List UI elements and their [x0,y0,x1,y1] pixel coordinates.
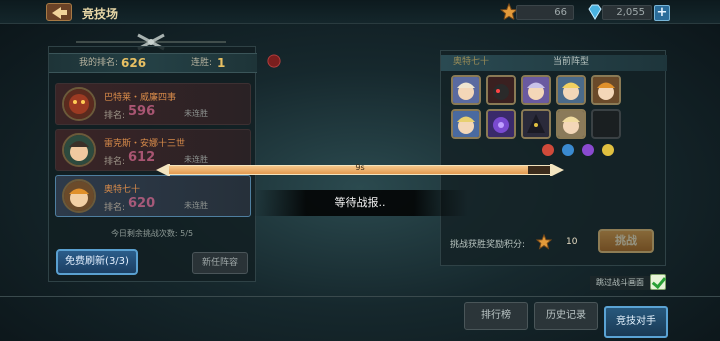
opponent-card[interactable]: 雷克斯・安娜十三世 排名: 612 未连胜 [55,129,251,171]
opponent-panel: 我的排名: 626 连胜: 1 巴特莱・威廉四事 排名: 596 未连胜 雷克斯… [48,46,257,282]
hero-slot[interactable] [451,109,481,139]
rank-value: 612 [128,150,156,165]
streak-status: 未连胜 [184,155,208,164]
rank-value: 596 [128,104,156,119]
opponent-name: 奥特七十 [453,57,490,67]
empty-hero-slot[interactable] [591,109,621,139]
remaining-challenges: 今日剩余挑战次数: 5/5 [110,229,194,238]
rank-label: 排名: [104,203,126,213]
new-lineup-button[interactable]: 新任阵容 [192,252,248,274]
fire-faction-icon [542,144,554,156]
dark-faction-icon [582,144,594,156]
lineup-title: 当前阵型 [553,57,590,67]
free-refresh-button[interactable]: 免费刷新(3/3) [56,249,138,275]
water-faction-icon [562,144,574,156]
rank-value: 620 [128,196,156,211]
divider [0,296,720,297]
rank-label: 排名: [104,157,126,167]
streak-status: 未连胜 [184,201,208,210]
star-icon [536,234,552,250]
tab-arena[interactable]: 竞技对手 [604,306,668,338]
hero-slot[interactable] [521,109,551,139]
reward-points: 10 [566,237,578,247]
diamond-count: 2,055 [602,5,652,20]
opponent-card-selected[interactable]: 奥特七十 排名: 620 未连胜 [55,175,251,217]
add-diamond-button[interactable]: + [654,5,670,21]
back-arrow-icon[interactable] [46,3,72,21]
hero-slot[interactable] [486,75,516,105]
hero-slot[interactable] [556,109,586,139]
streak-status: 未连胜 [184,109,208,118]
hero-slot[interactable] [486,109,516,139]
streak-value: 1 [217,56,226,70]
my-rank-value: 626 [121,56,147,70]
challenge-button[interactable]: 挑战 [598,229,654,253]
stamina-count: 66 [516,5,574,20]
tab-history[interactable]: 历史记录 [534,302,598,330]
avatar [62,87,96,121]
hero-slot[interactable] [521,75,551,105]
my-rank-label: 我的排名: [79,58,119,68]
hero-slot[interactable] [451,75,481,105]
tab-ranking[interactable]: 排行榜 [464,302,528,330]
skip-battle-checkbox[interactable] [650,274,666,290]
avatar [62,179,96,213]
lineup-header: 奥特七十 当前阵型 [441,55,667,71]
avatar [62,133,96,167]
opponent-name: 雷克斯・安娜十三世 [104,139,186,149]
page-title: 竞技场 [82,7,119,21]
opponent-name: 巴特莱・威廉四事 [104,93,177,103]
my-rank-header: 我的排名: 626 连胜: 1 [49,53,257,73]
hero-slot[interactable] [591,75,621,105]
light-faction-icon [602,144,614,156]
reward-label: 挑战获胜奖励积分: [450,240,526,250]
opponent-name: 奥特七十 [104,185,141,195]
streak-label: 连胜: [191,58,213,68]
hero-slot[interactable] [556,75,586,105]
top-bar: 竞技场 66 2,055 + [0,0,720,24]
rank-label: 排名: [104,111,126,121]
opponent-card[interactable]: 巴特莱・威廉四事 排名: 596 未连胜 [55,83,251,125]
medal-icon [267,54,281,68]
skip-battle-label: 跳过战斗画面 [590,276,650,290]
waiting-banner: 等待战报.. [252,190,468,216]
